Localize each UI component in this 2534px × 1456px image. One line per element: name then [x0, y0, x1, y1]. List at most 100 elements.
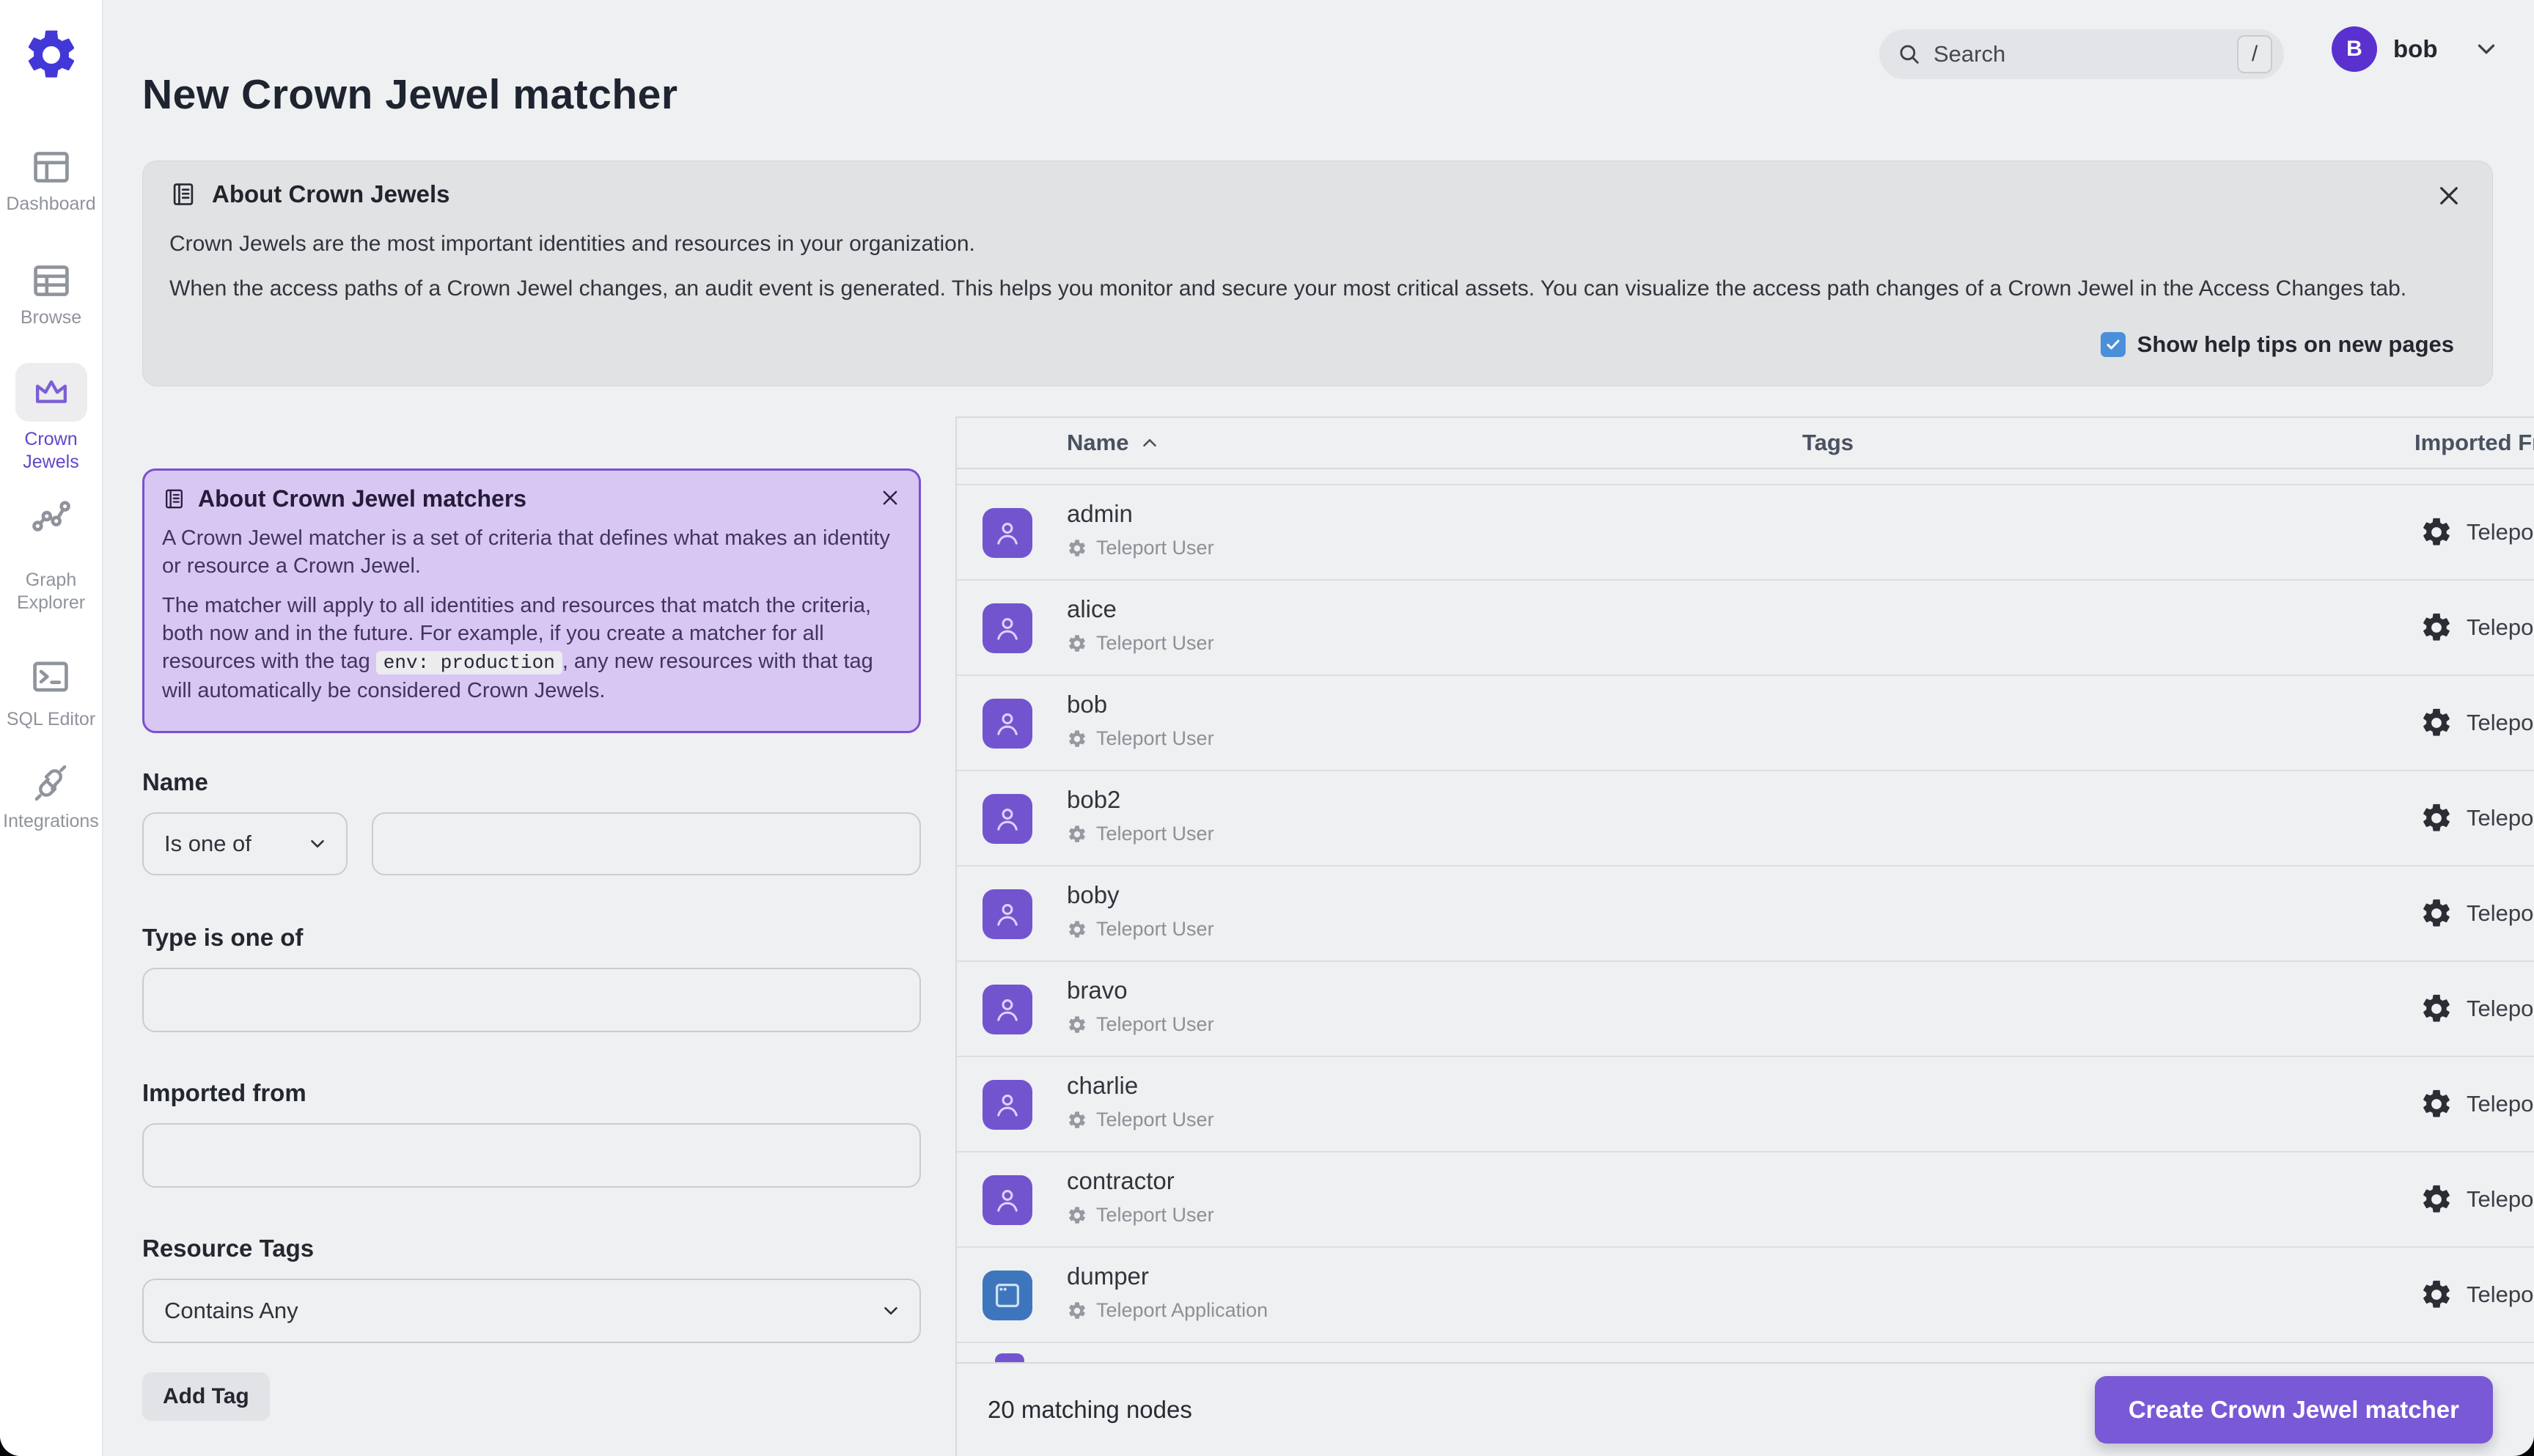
about-matchers-card: About Crown Jewel matchers A Crown Jewel… — [142, 468, 921, 733]
table-row[interactable]: bob Teleport User Teleport — [957, 676, 2534, 771]
user-menu[interactable]: B bob — [2332, 26, 2500, 72]
resource-kind: Teleport User — [1067, 823, 1214, 845]
imported-from-field[interactable] — [142, 1123, 921, 1188]
sidebar-item-sql-editor[interactable]: SQL Editor — [7, 654, 95, 731]
resource-name: charlie — [1067, 1072, 1139, 1099]
resource-name: admin — [1067, 500, 1133, 527]
gear-icon — [1067, 1205, 1087, 1226]
user-icon — [991, 707, 1024, 740]
check-icon — [2104, 336, 2122, 353]
active-nav-pill — [15, 363, 87, 422]
sidebar-item-dashboard[interactable]: Dashboard — [6, 144, 96, 216]
resource-name: boby — [1067, 881, 1120, 908]
gear-icon — [1067, 729, 1087, 749]
table-row[interactable]: alice Teleport User Teleport — [957, 581, 2534, 676]
table-row[interactable]: charlie Teleport User Teleport — [957, 1057, 2534, 1152]
sidebar-item-integrations[interactable]: Integrations — [3, 760, 99, 833]
browse-table-icon — [29, 258, 74, 304]
resource-kind: Teleport User — [1067, 1108, 1214, 1131]
resource-kind: Teleport User — [1067, 632, 1214, 655]
imported-from-cell: Teleport — [2420, 676, 2534, 770]
resource-name: bob — [1067, 691, 1108, 718]
imported-from-input[interactable] — [144, 1125, 919, 1186]
table-row[interactable]: dumper Teleport Application Teleport — [957, 1248, 2534, 1343]
plug-icon — [28, 760, 73, 806]
search-shortcut-badge: / — [2237, 35, 2272, 73]
search-icon — [1897, 42, 1922, 67]
terminal-icon — [28, 654, 73, 699]
main-content: New Crown Jewel matcher / B bob About Cr… — [105, 0, 2534, 1456]
gear-icon — [2420, 1278, 2453, 1312]
resource-avatar — [983, 1080, 1032, 1130]
show-help-tips-checkbox-row[interactable]: Show help tips on new pages — [2100, 331, 2454, 358]
app-window: Dashboard Browse Crown Jewels Graph Explor… — [0, 0, 2534, 1456]
table-row[interactable]: admin Teleport User Teleport — [957, 485, 2534, 581]
type-value-field[interactable] — [142, 968, 921, 1032]
resource-name: bravo — [1067, 977, 1128, 1004]
gear-logo-icon[interactable] — [22, 26, 81, 84]
banner-paragraph: When the access paths of a Crown Jewel c… — [169, 276, 2407, 301]
add-tag-button[interactable]: Add Tag — [142, 1372, 270, 1421]
gear-icon — [1067, 1301, 1087, 1321]
sort-ascending-icon — [1139, 432, 1161, 454]
table-row[interactable]: bob2 Teleport User Teleport — [957, 771, 2534, 867]
sidebar-item-label: Crown Jewels — [23, 429, 79, 472]
imported-from-cell: Teleport — [2420, 581, 2534, 674]
column-header-imported-from[interactable]: Imported From — [2414, 418, 2534, 468]
gear-icon — [2420, 1087, 2453, 1121]
inline-code: env: production — [375, 651, 562, 674]
gear-icon — [2420, 611, 2453, 644]
sidebar: Dashboard Browse Crown Jewels Graph Explor… — [0, 0, 103, 1456]
sidebar-item-label: Graph Explorer — [16, 570, 86, 613]
resource-name: alice — [1067, 595, 1117, 622]
resource-kind: Teleport User — [1067, 1204, 1214, 1227]
page-title: New Crown Jewel matcher — [142, 71, 678, 118]
table-row[interactable]: bravo Teleport User Teleport — [957, 962, 2534, 1057]
resource-name: contractor — [1067, 1167, 1175, 1194]
resource-tags-operator-select[interactable]: Contains Any — [142, 1279, 921, 1343]
close-icon[interactable] — [879, 487, 901, 509]
create-crown-jewel-matcher-button[interactable]: Create Crown Jewel matcher — [2094, 1376, 2493, 1444]
resource-tags-label: Resource Tags — [142, 1235, 315, 1262]
chevron-down-icon — [2472, 35, 2500, 63]
resource-avatar — [983, 985, 1032, 1034]
resource-name: dumper — [1067, 1262, 1149, 1290]
imported-from-cell: Teleport — [2420, 771, 2534, 865]
sidebar-item-crown-jewels[interactable]: Crown Jewels — [15, 363, 87, 474]
user-icon — [991, 802, 1024, 836]
table-row[interactable]: boby Teleport User Teleport — [957, 867, 2534, 962]
column-header-tags[interactable]: Tags — [1755, 418, 1901, 468]
resource-avatar — [983, 889, 1032, 939]
sidebar-item-label: SQL Editor — [6, 709, 96, 729]
name-field-label: Name — [142, 768, 208, 795]
table-row[interactable]: contractor Teleport User Teleport — [957, 1152, 2534, 1248]
gear-icon — [1067, 919, 1087, 940]
close-icon[interactable] — [2435, 182, 2463, 210]
gear-icon — [1067, 633, 1087, 654]
sidebar-item-browse[interactable]: Browse — [21, 258, 81, 329]
sidebar-item-label: Browse — [20, 307, 82, 328]
about-crown-jewels-banner: About Crown Jewels Crown Jewels are the … — [142, 161, 2493, 386]
resource-avatar — [983, 794, 1032, 844]
search-input[interactable] — [1933, 41, 2237, 67]
book-icon — [169, 180, 197, 208]
type-value-input[interactable] — [144, 969, 919, 1031]
gear-icon — [2420, 515, 2453, 549]
search-bar[interactable]: / — [1879, 29, 2284, 79]
checkbox-checked[interactable] — [2100, 332, 2126, 357]
name-operator-select[interactable]: Is one of — [142, 812, 348, 875]
column-header-name[interactable]: Name — [1067, 418, 1161, 468]
table-body: admin Teleport User Teleport alice Telep… — [957, 485, 2534, 1343]
imported-from-cell: Teleport — [2420, 1057, 2534, 1151]
user-icon — [991, 993, 1024, 1026]
user-icon — [991, 1088, 1024, 1122]
imported-from-cell: Teleport — [2420, 485, 2534, 579]
name-value-input[interactable] — [373, 814, 919, 874]
resource-name: bob2 — [1067, 786, 1121, 813]
avatar: B — [2332, 26, 2377, 72]
name-value-field[interactable] — [372, 812, 921, 875]
partial-avatar — [995, 1353, 1024, 1362]
sidebar-item-graph-explorer[interactable]: Graph Explorer — [17, 493, 85, 614]
user-icon — [991, 1183, 1024, 1217]
book-icon — [162, 487, 186, 511]
